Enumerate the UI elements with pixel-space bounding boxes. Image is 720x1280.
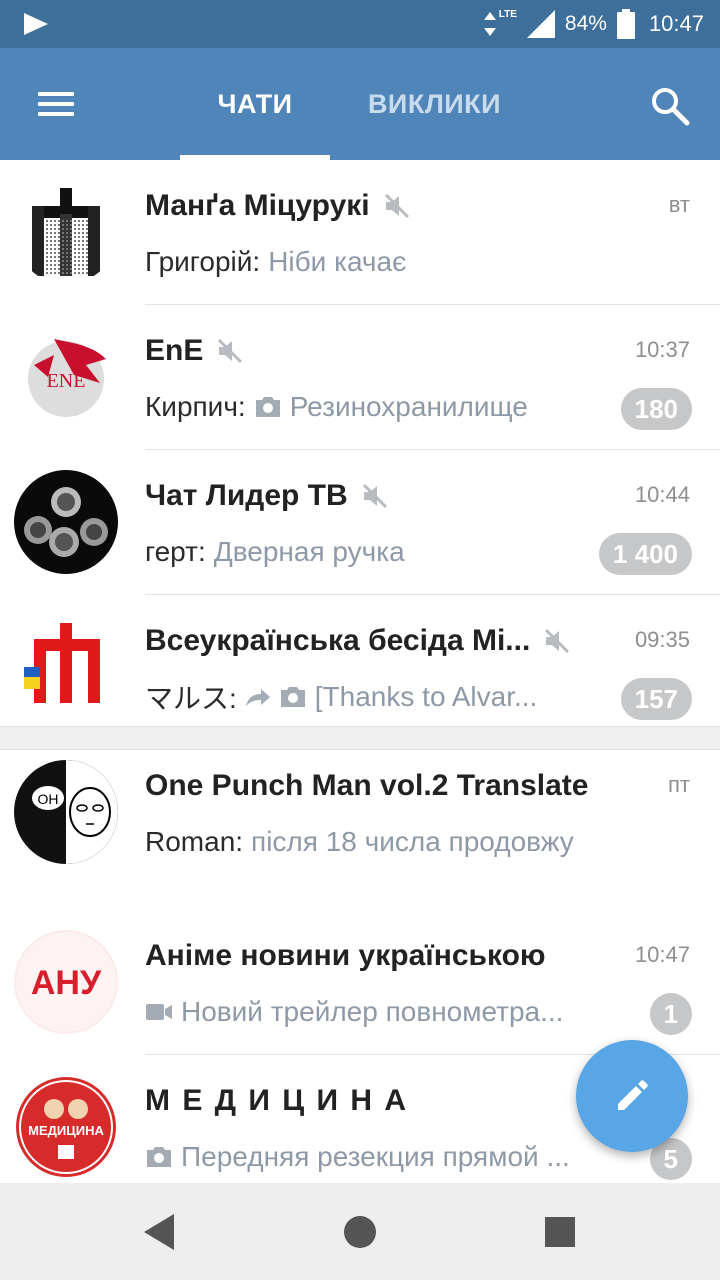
network-type: LTE [498, 8, 517, 20]
muted-icon [545, 628, 570, 654]
chat-title: М Е Д И Ц И Н А [145, 1084, 409, 1117]
unread-badge: 180 [620, 388, 692, 430]
section-separator [0, 726, 720, 750]
chat-row-vseukrainska[interactable]: Всеукраїнська бесіда Мі... 09:35 マルス: [T… [0, 595, 720, 740]
avatar [14, 615, 118, 719]
chat-row-manga-mitsuruki[interactable]: Манґа Міцурукі вт Григорій: Ніби качає [0, 160, 720, 305]
home-button[interactable] [312, 1183, 408, 1280]
message-preview: після 18 числа продовжу [251, 826, 574, 857]
chat-time: пт [668, 772, 690, 797]
chat-row-one-punch-man[interactable]: OH One Punch Man vol.2 Translate пт Roma… [0, 740, 720, 885]
message-preview: Ніби качає [268, 246, 407, 277]
battery-icon [616, 9, 635, 39]
muted-icon [362, 483, 387, 509]
data-arrows-icon [483, 12, 496, 36]
home-icon [344, 1215, 376, 1248]
recents-button[interactable] [512, 1183, 608, 1280]
unread-badge: 1 [649, 993, 692, 1035]
video-icon [146, 1004, 172, 1020]
forward-icon [245, 689, 270, 706]
message-sender: герт: [145, 536, 206, 567]
photo-icon [280, 687, 305, 707]
ene-logo-text: ENE [47, 370, 86, 392]
avatar: МЕДИЦИНА [14, 1075, 118, 1179]
opm-text: OH [38, 791, 59, 807]
pencil-icon [618, 1080, 648, 1110]
compose-button[interactable] [576, 1040, 688, 1152]
chat-row-lider-tv[interactable]: Чат Лидер ТВ 10:44 герт: Дверная ручка 1… [0, 450, 720, 595]
chat-title: EnE [145, 334, 204, 367]
med-text: МЕДИЦИНА [28, 1123, 104, 1138]
chat-row-ene[interactable]: ENE EnE 10:37 Кирпич: Резинохранилище 18… [0, 305, 720, 450]
anu-text: АНУ [31, 964, 102, 1002]
chat-title: One Punch Man vol.2 Translate [145, 769, 589, 802]
message-preview: Дверная ручка [213, 536, 405, 567]
chat-time: 09:35 [634, 627, 690, 652]
chat-time: 10:47 [634, 942, 690, 967]
message-preview: Резинохранилище [289, 391, 528, 422]
play-store-icon [24, 13, 48, 35]
chat-title: Чат Лидер ТВ [145, 479, 348, 512]
chat-time: 10:37 [634, 337, 690, 362]
status-bar: LTE 84% 10:47 [0, 0, 720, 48]
avatar: OH [14, 760, 118, 864]
back-icon [144, 1213, 174, 1250]
avatar: ENE [14, 325, 118, 429]
menu-button[interactable] [30, 86, 78, 122]
tab-chats[interactable]: ЧАТИ [180, 48, 330, 160]
recents-icon [545, 1216, 575, 1247]
message-sender: マルス: [145, 683, 237, 714]
avatar [14, 470, 118, 574]
photo-icon [147, 1147, 171, 1167]
chat-title: Всеукраїнська бесіда Мі... [145, 624, 531, 657]
unread-badge: 1 400 [598, 533, 692, 575]
muted-icon [384, 193, 409, 219]
unread-badge: 157 [620, 678, 692, 720]
back-button[interactable] [112, 1183, 208, 1280]
message-sender: Roman: [145, 826, 244, 857]
battery-percent: 84% [564, 12, 607, 35]
system-nav-bar [0, 1183, 720, 1280]
signal-icon [526, 10, 555, 38]
muted-icon [218, 338, 243, 364]
message-preview: [Thanks to Alvar... [314, 681, 538, 712]
message-preview: Новий трейлер повнометра... [181, 996, 564, 1027]
search-icon[interactable] [648, 84, 692, 128]
message-sender: Кирпич: [145, 391, 246, 422]
message-preview: Передняя резекция прямой ... [181, 1141, 570, 1172]
chat-time: вт [668, 192, 690, 217]
chat-title: Манґа Міцурукі [145, 189, 370, 222]
chat-title: Аніме новини українською [145, 939, 546, 972]
app-bar: ЧАТИ ВИКЛИКИ [0, 48, 720, 160]
photo-icon [255, 397, 280, 417]
tab-calls[interactable]: ВИКЛИКИ [352, 48, 517, 160]
message-sender: Григорій: [145, 246, 261, 277]
chat-row-anime-news[interactable]: АНУ Аніме новини українською 10:47 Новий… [0, 910, 720, 1055]
avatar: АНУ [14, 930, 118, 1034]
chat-time: 10:44 [634, 482, 690, 507]
clock: 10:47 [648, 11, 704, 36]
avatar [14, 180, 118, 284]
